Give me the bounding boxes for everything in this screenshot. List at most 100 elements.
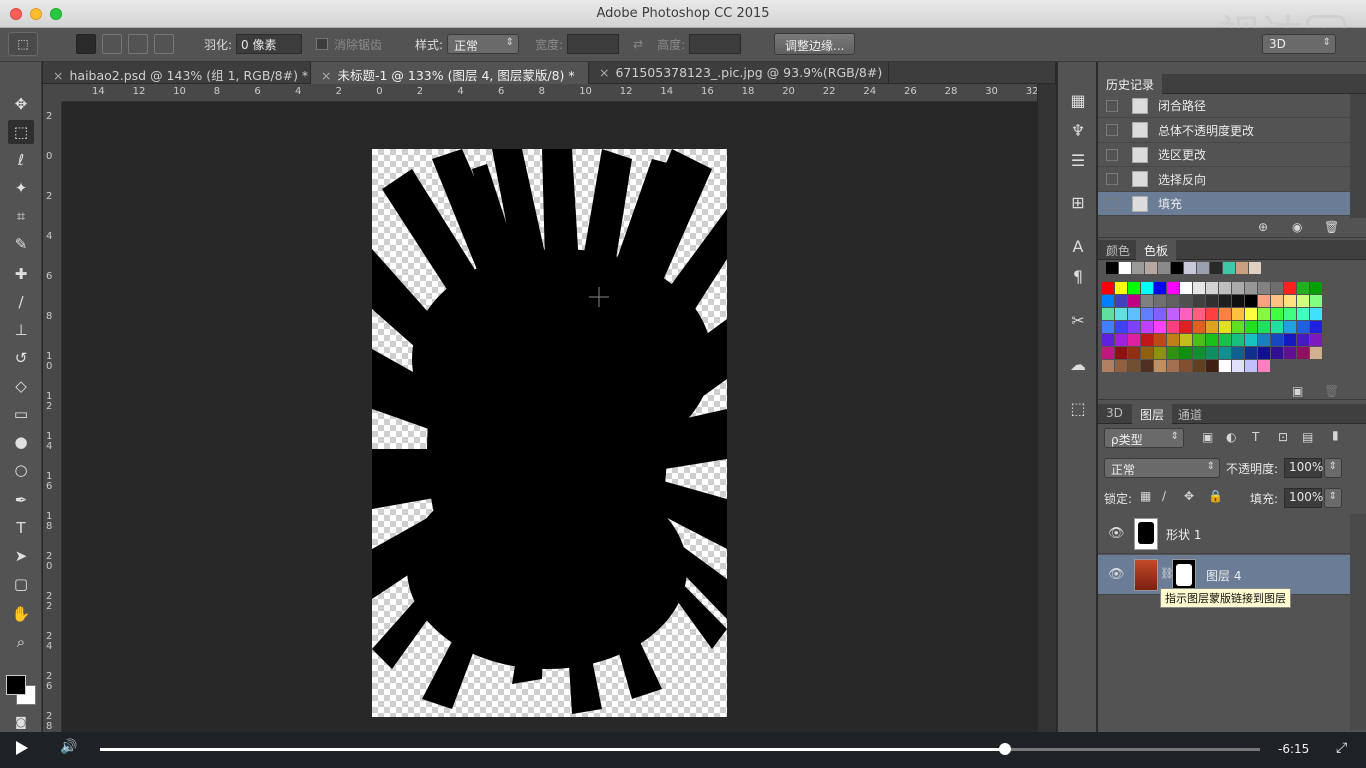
canvas-scrollbar[interactable] (1037, 84, 1056, 732)
swatch[interactable] (1128, 347, 1140, 359)
pen-tool-icon[interactable]: ✒ (8, 488, 34, 512)
hand-tool-icon[interactable]: ✋ (8, 602, 34, 626)
delete-icon[interactable]: 🗑 (1324, 220, 1339, 234)
swatch[interactable] (1284, 334, 1296, 346)
swap-icon[interactable]: ⇄ (633, 37, 643, 51)
add-selection-button[interactable] (102, 34, 122, 54)
lasso-tool-icon[interactable]: ℓ (8, 148, 34, 172)
history-source-checkbox[interactable] (1106, 197, 1118, 210)
swatch[interactable] (1245, 308, 1257, 320)
swatch[interactable] (1219, 321, 1231, 333)
visibility-eye-icon[interactable]: 👁 (1108, 567, 1125, 582)
swatch[interactable] (1297, 295, 1309, 307)
swatch[interactable] (1245, 282, 1257, 294)
foreground-color-swatch[interactable] (6, 675, 26, 695)
close-tab-icon[interactable]: × (599, 65, 609, 80)
tab-swatches[interactable]: 色板 (1136, 240, 1177, 260)
swatch[interactable] (1128, 308, 1140, 320)
swatch[interactable] (1154, 360, 1166, 372)
swatch[interactable] (1271, 321, 1283, 333)
snapshot-icon[interactable]: ◉ (1292, 220, 1302, 234)
history-source-checkbox[interactable] (1106, 148, 1118, 161)
swatch[interactable] (1297, 282, 1309, 294)
delete-swatch-icon[interactable]: 🗑 (1324, 384, 1339, 398)
visibility-eye-icon[interactable]: 👁 (1108, 526, 1125, 541)
swatch[interactable] (1232, 360, 1244, 372)
swatch[interactable] (1297, 321, 1309, 333)
quick-mask-icon[interactable]: ◙ (8, 710, 34, 734)
lock-image-icon[interactable]: ∕ (1162, 489, 1166, 503)
swatch[interactable] (1310, 347, 1322, 359)
history-state-row[interactable]: 选区更改 (1098, 143, 1350, 168)
swatch[interactable] (1115, 308, 1127, 320)
swatch[interactable] (1249, 262, 1261, 274)
layer-name[interactable]: 图层 4 (1206, 567, 1241, 584)
swatch[interactable] (1258, 282, 1270, 294)
layer-mask-thumbnail[interactable] (1172, 559, 1196, 591)
swatch[interactable] (1141, 360, 1153, 372)
swatch[interactable] (1206, 321, 1218, 333)
swatch[interactable] (1232, 347, 1244, 359)
swatch[interactable] (1102, 295, 1114, 307)
filter-type-icon[interactable]: T (1252, 430, 1259, 444)
swatch[interactable] (1197, 262, 1209, 274)
tab-3d[interactable]: 3D (1098, 404, 1131, 424)
lock-all-icon[interactable]: 🔒 (1208, 489, 1223, 503)
width-input[interactable] (567, 34, 620, 54)
swatch[interactable] (1154, 321, 1166, 333)
character-panel-icon[interactable]: A (1066, 234, 1090, 258)
history-state-row[interactable]: 闭合路径 (1098, 94, 1350, 118)
history-state-row[interactable]: 填充 (1098, 192, 1350, 217)
swatch[interactable] (1193, 347, 1205, 359)
swatch[interactable] (1154, 308, 1166, 320)
swatch[interactable] (1206, 360, 1218, 372)
healing-brush-icon[interactable]: ✚ (8, 262, 34, 286)
zoom-tool-icon[interactable]: ⌕ (8, 630, 34, 654)
swatch[interactable] (1245, 295, 1257, 307)
history-source-checkbox[interactable] (1106, 173, 1118, 186)
shape-tool-icon[interactable]: ▢ (8, 572, 34, 596)
workspace-select[interactable]: 3D (1262, 34, 1336, 54)
swatch[interactable] (1106, 262, 1118, 274)
blend-mode-select[interactable]: 正常 (1104, 458, 1220, 478)
swatch[interactable] (1258, 347, 1270, 359)
fullscreen-icon[interactable]: ⤢ (1336, 740, 1347, 756)
history-state-row[interactable]: 选择反向 (1098, 168, 1350, 192)
swatch[interactable] (1141, 347, 1153, 359)
swatch[interactable] (1193, 282, 1205, 294)
marquee-tool-icon[interactable]: ⬚ (8, 120, 34, 144)
swatch[interactable] (1180, 347, 1192, 359)
swatch[interactable] (1115, 321, 1127, 333)
lock-transparent-icon[interactable]: ▦ (1140, 489, 1151, 503)
swatch[interactable] (1258, 360, 1270, 372)
antialias-checkbox[interactable] (316, 38, 328, 50)
swatch[interactable] (1167, 334, 1179, 346)
progress-track[interactable] (100, 743, 1260, 755)
volume-icon[interactable]: 🔊 (60, 739, 77, 755)
swatch[interactable] (1193, 360, 1205, 372)
tab-untitled-1[interactable]: × 未标题-1 @ 133% (图层 4, 图层蒙版/8) * (311, 62, 589, 84)
height-input[interactable] (689, 34, 742, 54)
adjustments-icon[interactable]: ☰ (1066, 148, 1090, 172)
brush-presets-icon[interactable]: ♆ (1066, 118, 1090, 142)
swatch[interactable] (1115, 347, 1127, 359)
swatch[interactable] (1271, 308, 1283, 320)
layer-filter-select[interactable]: ρ类型 (1104, 428, 1184, 448)
swatch[interactable] (1167, 347, 1179, 359)
swatch[interactable] (1132, 262, 1144, 274)
swatch[interactable] (1219, 282, 1231, 294)
swatch[interactable] (1102, 308, 1114, 320)
swatch[interactable] (1115, 282, 1127, 294)
filter-toggle-icon[interactable]: ▮ (1332, 428, 1339, 442)
style-select[interactable]: 正常 (447, 34, 520, 54)
history-brush-icon[interactable]: ↺ (8, 346, 34, 370)
fill-slider-button[interactable] (1324, 488, 1342, 508)
swatch[interactable] (1206, 347, 1218, 359)
swatch-grid[interactable] (1100, 262, 1350, 374)
gradient-tool-icon[interactable]: ▭ (8, 402, 34, 426)
swatch[interactable] (1284, 308, 1296, 320)
fill-input[interactable]: 100% (1284, 488, 1323, 508)
swatch[interactable] (1219, 295, 1231, 307)
swatch[interactable] (1180, 295, 1192, 307)
swatch[interactable] (1102, 282, 1114, 294)
